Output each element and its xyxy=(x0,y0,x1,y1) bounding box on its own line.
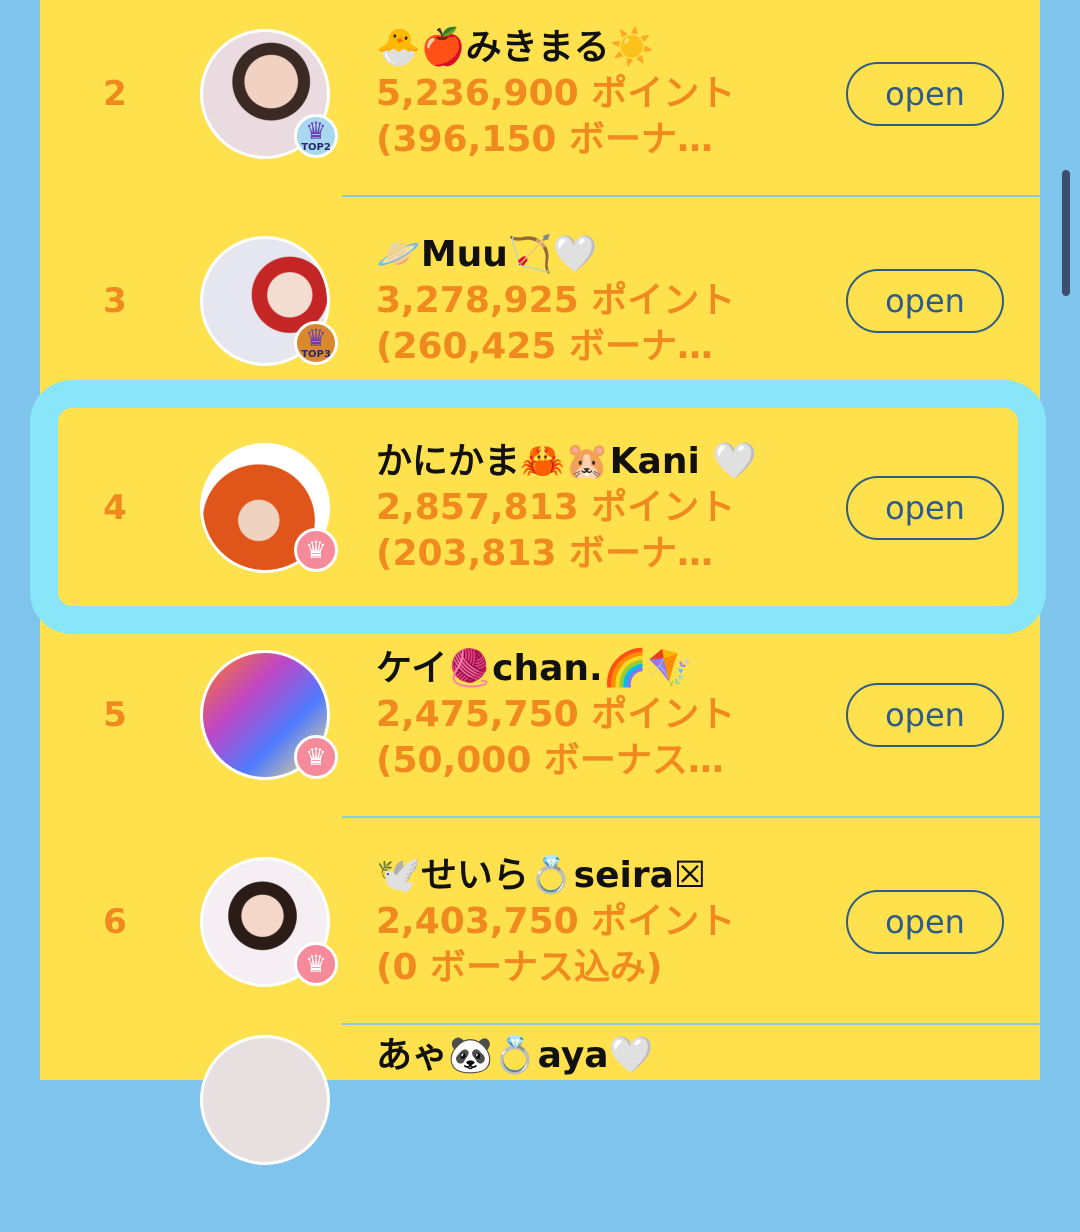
ranking-row: 5 ♛ ケイ🧶chan.🌈🪁 2,475,750 ポイント (50,000 ボー… xyxy=(40,611,1040,818)
scrollbar[interactable] xyxy=(1062,170,1070,296)
points-text: 5,236,900 ポイント xyxy=(376,72,736,114)
avatar[interactable] xyxy=(200,1035,330,1165)
row-info: かにかま🦀🐹Kani 🤍 2,857,813 ポイント (203,813 ボーナ… xyxy=(376,439,796,577)
open-button[interactable]: open xyxy=(846,268,1004,333)
row-info: 🕊️せいら💍seira☒ 2,403,750 ポイント (0 ボーナス込み) xyxy=(376,853,796,991)
ranking-list: 2 ♛ TOP2 🐣🍎みきまる☀️ 5,236,900 ポイント (396,150… xyxy=(40,0,1040,1232)
rank-number: 6 xyxy=(103,901,127,942)
user-name: 🪐Muu🏹🤍 xyxy=(376,233,598,275)
bonus-text: (0 ボーナス込み) xyxy=(376,946,663,988)
points-text: 3,278,925 ポイント xyxy=(376,279,736,321)
bonus-text: (203,813 ボーナ… xyxy=(376,532,713,574)
points-text: 2,403,750 ポイント xyxy=(376,900,736,942)
rank-badge-label: TOP2 xyxy=(301,141,331,153)
user-name: ケイ🧶chan.🌈🪁 xyxy=(376,647,693,689)
ranking-row: 2 ♛ TOP2 🐣🍎みきまる☀️ 5,236,900 ポイント (396,150… xyxy=(40,0,1040,197)
crown-icon: ♛ xyxy=(294,527,338,572)
row-info: ケイ🧶chan.🌈🪁 2,475,750 ポイント (50,000 ボーナス… xyxy=(376,646,796,784)
bonus-text: (260,425 ボーナ… xyxy=(376,325,713,367)
user-name: 🕊️せいら💍seira☒ xyxy=(376,854,707,896)
crown-icon: ♛ xyxy=(294,941,338,986)
ranking-row-highlighted: 4 ♛ かにかま🦀🐹Kani 🤍 2,857,813 ポイント (203,813… xyxy=(40,404,1040,611)
ranking-panel: 2 ♛ TOP2 🐣🍎みきまる☀️ 5,236,900 ポイント (396,150… xyxy=(40,0,1040,1165)
row-info: 🐣🍎みきまる☀️ 5,236,900 ポイント (396,150 ボーナ… xyxy=(376,25,796,163)
crown-icon: ♛ TOP3 xyxy=(294,320,338,365)
rank-number: 3 xyxy=(103,280,127,321)
ranking-row: 6 ♛ 🕊️せいら💍seira☒ 2,403,750 ポイント (0 ボーナス込… xyxy=(40,818,1040,1025)
points-text: 2,857,813 ポイント xyxy=(376,486,736,528)
open-button[interactable]: open xyxy=(846,889,1004,954)
rank-number: 2 xyxy=(103,73,127,114)
bonus-text: (50,000 ボーナス… xyxy=(376,739,724,781)
ranking-row: 3 ♛ TOP3 🪐Muu🏹🤍 3,278,925 ポイント (260,425 ボ… xyxy=(40,197,1040,404)
open-button[interactable]: open xyxy=(846,682,1004,747)
rank-badge-label: TOP3 xyxy=(301,348,331,360)
user-name: あゃ🐼💍aya🤍 xyxy=(376,1035,654,1076)
row-info: あゃ🐼💍aya🤍 xyxy=(376,1033,796,1079)
user-name: 🐣🍎みきまる☀️ xyxy=(376,26,655,68)
rank-number: 4 xyxy=(103,487,127,528)
bonus-text: (396,150 ボーナ… xyxy=(376,118,713,160)
crown-icon: ♛ xyxy=(294,734,338,779)
points-text: 2,475,750 ポイント xyxy=(376,693,736,735)
ranking-row-partial: あゃ🐼💍aya🤍 xyxy=(40,1025,1040,1232)
rank-number: 5 xyxy=(103,694,127,735)
crown-icon: ♛ TOP2 xyxy=(294,113,338,158)
user-name: かにかま🦀🐹Kani 🤍 xyxy=(376,440,758,482)
row-info: 🪐Muu🏹🤍 3,278,925 ポイント (260,425 ボーナ… xyxy=(376,232,796,370)
open-button[interactable]: open xyxy=(846,61,1004,126)
open-button[interactable]: open xyxy=(846,475,1004,540)
